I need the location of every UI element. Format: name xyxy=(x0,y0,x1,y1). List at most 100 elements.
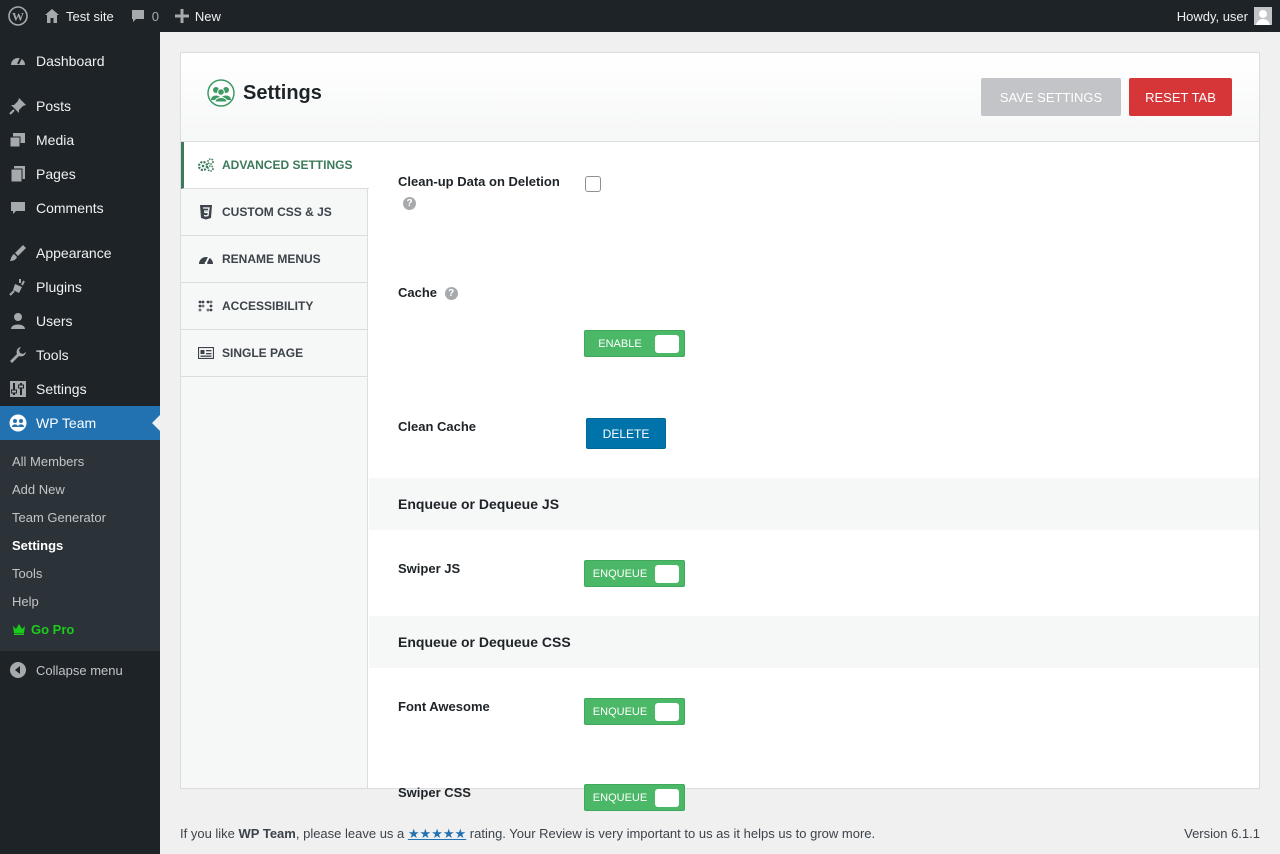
sidebar-item-label: Settings xyxy=(36,381,87,397)
toggle-knob xyxy=(655,335,679,353)
toggle-label: Enqueue xyxy=(592,705,648,718)
new-content-link[interactable]: New xyxy=(167,0,229,32)
sidebar-item-users[interactable]: Users xyxy=(0,304,160,338)
sidebar-item-label: Dashboard xyxy=(36,53,105,69)
go-pro-label: Go Pro xyxy=(31,621,75,637)
cache-label: Cache ? xyxy=(398,284,458,302)
sidebar-item-label: WP Team xyxy=(36,415,97,431)
home-icon xyxy=(44,8,60,24)
tab-label: Accessibility xyxy=(222,299,314,313)
section-enqueue-css: Enqueue or Dequeue CSS xyxy=(369,616,1259,668)
settings-tabs: Advanced Settings Custom CSS & JS Rename… xyxy=(181,142,369,788)
sidebar-item-label: Tools xyxy=(36,347,69,363)
submenu-item-team-generator[interactable]: Team Generator xyxy=(0,503,160,531)
my-account[interactable]: Howdy, user xyxy=(1177,0,1280,32)
toggle-knob xyxy=(655,703,679,721)
greeting: Howdy, user xyxy=(1176,8,1248,24)
comment-bubble-icon xyxy=(130,8,146,24)
cleanup-label-text: Clean-up Data on Deletion xyxy=(398,174,560,189)
reset-tab-button[interactable]: Reset Tab xyxy=(1129,78,1232,116)
dashboard-icon xyxy=(8,51,28,71)
toggle-knob xyxy=(655,565,679,583)
tab-label: Single Page xyxy=(222,346,304,360)
wp-team-submenu: All Members Add New Team Generator Setti… xyxy=(0,440,160,651)
footer-text-pre: If you like xyxy=(180,826,239,841)
swiper-css-toggle[interactable]: Enqueue xyxy=(584,784,685,811)
sidebar-item-appearance[interactable]: Appearance xyxy=(0,236,160,270)
submenu-item-add-new[interactable]: Add New xyxy=(0,475,160,503)
sidebar-item-posts[interactable]: Posts xyxy=(0,89,160,123)
tab-label: Advanced Settings xyxy=(222,158,353,172)
tab-rename-menus[interactable]: Rename Menus xyxy=(181,236,367,283)
sidebar-item-label: Plugins xyxy=(36,279,82,295)
site-name-link[interactable]: Test site xyxy=(36,0,122,32)
sidebar-item-wp-team[interactable]: WP Team xyxy=(0,406,160,440)
team-icon xyxy=(8,413,28,433)
submenu-item-help[interactable]: Help xyxy=(0,587,160,615)
tab-label: Custom CSS & JS xyxy=(222,205,332,219)
swiper-js-toggle[interactable]: Enqueue xyxy=(584,560,685,587)
admin-bar: W Test site 0 New Howdy, user xyxy=(0,0,1280,32)
sidebar-item-label: Pages xyxy=(36,166,76,182)
settings-sliders-icon xyxy=(8,379,28,399)
font-awesome-toggle[interactable]: Enqueue xyxy=(584,698,685,725)
gears-icon xyxy=(198,157,214,173)
help-icon[interactable]: ? xyxy=(403,197,416,211)
submenu-item-settings[interactable]: Settings xyxy=(0,531,160,559)
page-title: Settings xyxy=(207,79,322,107)
cleanup-label: Clean-up Data on Deletion ? xyxy=(398,173,560,211)
pushpin-icon xyxy=(8,96,28,116)
font-awesome-label: Font Awesome xyxy=(398,699,490,714)
submenu-item-tools[interactable]: Tools xyxy=(0,559,160,587)
sidebar-item-comments[interactable]: Comments xyxy=(0,191,160,225)
sidebar-item-tools[interactable]: Tools xyxy=(0,338,160,372)
comments-count: 0 xyxy=(151,8,159,24)
clean-cache-label: Clean Cache xyxy=(398,419,477,434)
help-icon[interactable]: ? xyxy=(444,287,458,301)
comments-link[interactable]: 0 xyxy=(122,0,167,32)
tab-custom-css-js[interactable]: Custom CSS & JS xyxy=(181,189,367,236)
footer-text-post: rating. Your Review is very important to… xyxy=(466,826,876,841)
cleanup-checkbox[interactable] xyxy=(585,176,601,192)
media-icon xyxy=(8,130,28,150)
wrench-icon xyxy=(8,345,28,365)
submenu-item-go-pro[interactable]: Go Pro xyxy=(0,615,160,643)
submenu-item-all-members[interactable]: All Members xyxy=(0,447,160,475)
sidebar-item-label: Media xyxy=(36,132,75,148)
sidebar-item-settings[interactable]: Settings xyxy=(0,372,160,406)
save-settings-button[interactable]: Save Settings xyxy=(981,78,1121,116)
cache-toggle[interactable]: Enable xyxy=(584,330,685,357)
paintbrush-icon xyxy=(8,243,28,263)
toggle-label: Enqueue xyxy=(592,791,648,804)
collapse-menu-button[interactable]: Collapse menu xyxy=(0,653,160,687)
section-title: Enqueue or Dequeue CSS xyxy=(398,634,571,650)
pages-icon xyxy=(8,164,28,184)
sidebar-item-label: Comments xyxy=(36,200,104,216)
sidebar-item-label: Users xyxy=(36,313,73,329)
cache-label-text: Cache xyxy=(398,285,438,300)
collapse-label: Collapse menu xyxy=(36,662,123,678)
settings-panel: Settings Save Settings Reset Tab Advance… xyxy=(180,52,1260,811)
gauge-icon xyxy=(198,251,214,267)
footer-version: Version 6.1.1 xyxy=(1184,826,1260,841)
rating-stars-link[interactable]: ★★★★★ xyxy=(408,826,466,841)
tab-advanced-settings[interactable]: Advanced Settings xyxy=(181,142,369,189)
sidebar-item-pages[interactable]: Pages xyxy=(0,157,160,191)
sidebar-item-dashboard[interactable]: Dashboard xyxy=(0,44,160,78)
footer-review-text: If you like WP Team, please leave us a ★… xyxy=(180,826,875,842)
wordpress-logo-icon[interactable]: W xyxy=(0,0,36,32)
toggle-label: Enable xyxy=(598,337,642,350)
sidebar-item-plugins[interactable]: Plugins xyxy=(0,270,160,304)
id-card-icon xyxy=(198,345,214,361)
settings-fields: Clean-up Data on Deletion ? Cache ? Enab… xyxy=(369,142,1259,811)
delete-cache-button[interactable]: Delete xyxy=(586,418,666,449)
tab-accessibility[interactable]: Accessibility xyxy=(181,283,367,330)
admin-sidebar: Dashboard Posts Media Pages Comments App… xyxy=(0,32,160,854)
comments-icon xyxy=(8,198,28,218)
sidebar-item-media[interactable]: Media xyxy=(0,123,160,157)
tab-label: Rename Menus xyxy=(222,252,321,266)
tab-single-page[interactable]: Single Page xyxy=(181,330,367,377)
sidebar-item-label: Posts xyxy=(36,98,72,114)
braille-icon xyxy=(198,298,214,314)
swiper-css-label: Swiper CSS xyxy=(398,785,471,800)
